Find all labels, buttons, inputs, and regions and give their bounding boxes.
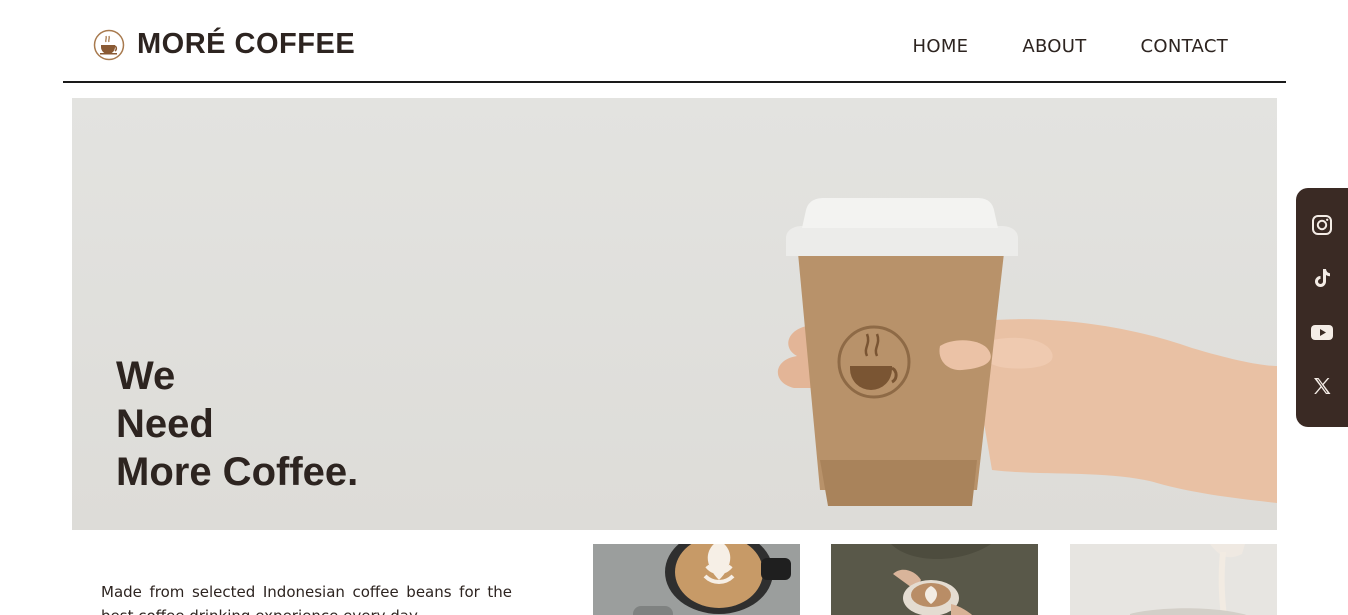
site-header: MORÉ COFFEE HOME ABOUT CONTACT: [63, 0, 1286, 83]
hero-title: We Need More Coffee.: [116, 352, 358, 496]
tiktok-icon[interactable]: [1309, 266, 1335, 291]
social-sidebar: [1296, 188, 1348, 427]
instagram-icon[interactable]: [1309, 212, 1335, 237]
hero-title-line: We: [116, 354, 176, 398]
coffee-cup-logo-icon: [93, 29, 125, 60]
hero-title-line: Need: [116, 402, 214, 446]
nav-about-link[interactable]: ABOUT: [1022, 36, 1086, 57]
about-description: Made from selected Indonesian coffee bea…: [101, 583, 512, 615]
nav-home-link[interactable]: HOME: [913, 36, 969, 57]
x-icon[interactable]: [1309, 373, 1335, 398]
nav-contact-link[interactable]: CONTACT: [1141, 36, 1228, 57]
brand-name: MORÉ COFFEE: [137, 28, 356, 60]
brand[interactable]: MORÉ COFFEE: [93, 28, 355, 61]
youtube-icon[interactable]: [1309, 320, 1335, 345]
hero-title-line: More Coffee.: [116, 450, 359, 494]
hands-holding-coffee-image: [831, 544, 1038, 615]
main-nav: HOME ABOUT CONTACT: [859, 36, 1228, 57]
hero-banner: We Need More Coffee.: [72, 98, 1277, 530]
latte-art-image: [593, 544, 800, 615]
milk-pour-image: [1070, 544, 1277, 615]
